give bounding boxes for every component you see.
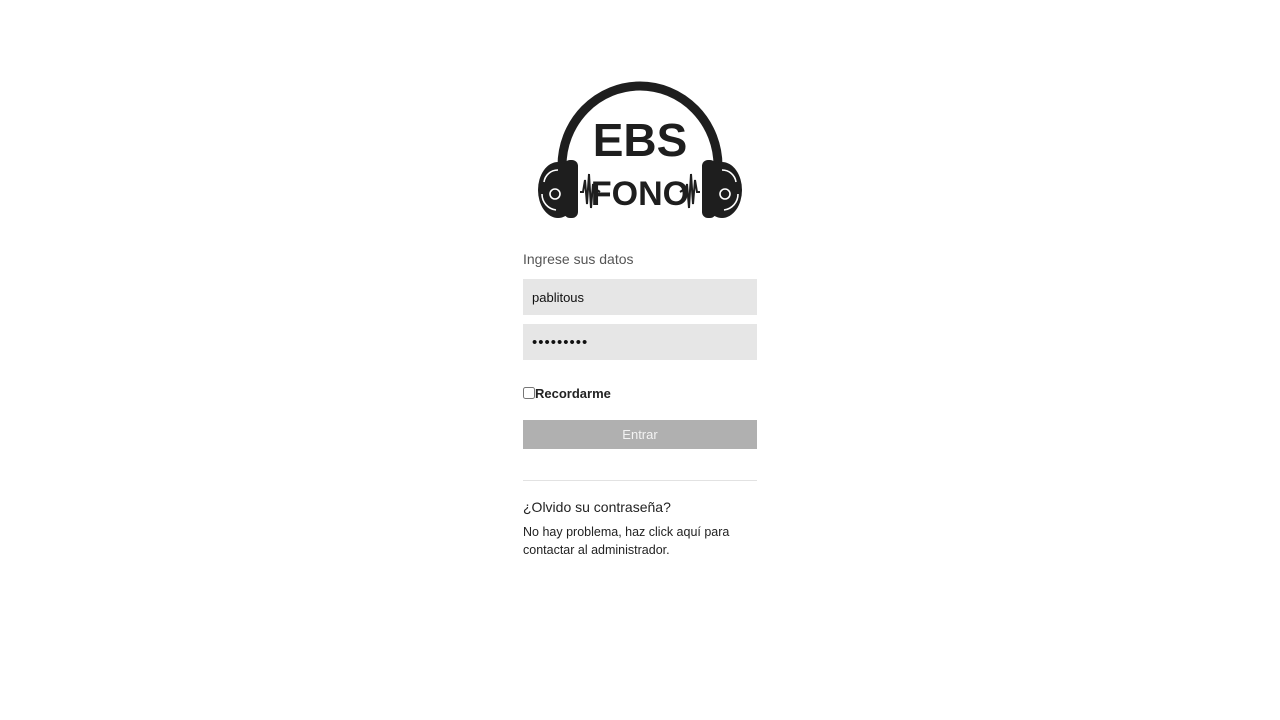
- contact-admin-link[interactable]: No hay problema, haz click aquí para con…: [523, 523, 757, 559]
- remember-me-row: Recordarme: [523, 384, 757, 402]
- username-input[interactable]: [523, 279, 757, 315]
- form-title: Ingrese sus datos: [523, 251, 634, 267]
- password-input[interactable]: [523, 324, 757, 360]
- ebs-fono-logo: EBS FONO: [530, 78, 750, 228]
- login-button[interactable]: Entrar: [523, 420, 757, 449]
- logo-text-fono: FONO: [591, 175, 689, 213]
- remember-me-label[interactable]: Recordarme: [535, 386, 611, 401]
- remember-me-checkbox[interactable]: [523, 387, 535, 399]
- login-page: EBS FONO Ingrese sus datos Recordarme En…: [0, 0, 1280, 720]
- divider: [523, 480, 757, 481]
- login-form: Ingrese sus datos Recordarme Entrar ¿Olv…: [523, 248, 757, 559]
- logo-text-ebs: EBS: [593, 114, 688, 166]
- headphones-logo-icon: EBS FONO: [538, 81, 742, 218]
- forgot-password-title: ¿Olvido su contraseña?: [523, 499, 671, 515]
